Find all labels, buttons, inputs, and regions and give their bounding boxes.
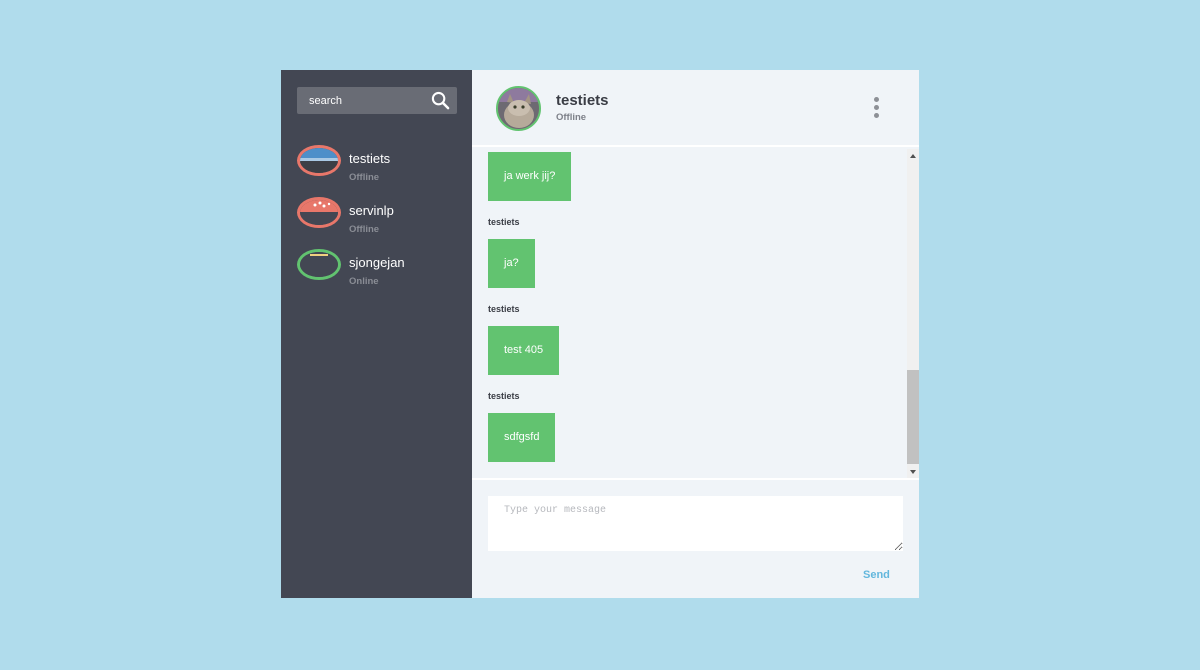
avatar	[297, 249, 341, 280]
divider	[472, 478, 919, 480]
scroll-up-icon[interactable]	[910, 154, 916, 158]
scroll-down-icon[interactable]	[910, 470, 916, 474]
sidebar: testiets Offline servinlp Offline	[281, 70, 472, 598]
avatar-image	[300, 148, 338, 173]
contact-item-testiets[interactable]: testiets Offline	[281, 145, 472, 197]
avatar	[297, 197, 341, 228]
contact-name: servinlp	[349, 203, 394, 218]
message-bubble: test 405	[488, 326, 560, 375]
chat-header: testiets Offline	[472, 70, 919, 147]
chat-app: testiets Offline servinlp Offline	[281, 70, 919, 598]
search-icon[interactable]	[431, 91, 450, 110]
more-vertical-icon[interactable]	[872, 97, 880, 121]
message-input[interactable]	[488, 496, 903, 551]
contact-list: testiets Offline servinlp Offline sjonge…	[281, 145, 472, 301]
send-button[interactable]: Send	[863, 569, 890, 581]
message-bubble: sdfgsfd	[488, 413, 556, 462]
chat-panel: testiets Offline ja werk jij? testiets j…	[472, 70, 919, 598]
contact-item-sjongejan[interactable]: sjongejan Online	[281, 249, 472, 301]
message-bubble: ja werk jij?	[488, 152, 572, 201]
contact-status: Offline	[349, 172, 380, 183]
contact-status: Offline	[349, 224, 380, 235]
search-input[interactable]	[297, 87, 425, 114]
contact-name: testiets	[349, 151, 391, 166]
contact-status: Online	[349, 276, 379, 287]
cat-avatar-image	[498, 88, 539, 129]
message-sender: testiets	[488, 217, 520, 227]
contact-name: sjongejan	[349, 255, 405, 270]
chat-contact-status: Offline	[556, 112, 587, 123]
scroll-thumb[interactable]	[907, 370, 919, 464]
contact-item-servinlp[interactable]: servinlp Offline	[281, 197, 472, 249]
message-bubble: ja?	[488, 239, 535, 288]
message-list: ja werk jij? testiets ja? testiets test …	[472, 149, 919, 479]
avatar-image	[300, 252, 338, 277]
message-sender: testiets	[488, 391, 520, 401]
avatar	[496, 86, 541, 131]
avatar	[297, 145, 341, 176]
search-box	[297, 87, 457, 114]
scrollbar[interactable]	[907, 149, 919, 479]
chat-contact-name: testiets	[556, 92, 609, 109]
message-sender: testiets	[488, 304, 520, 314]
avatar-image	[300, 200, 338, 225]
